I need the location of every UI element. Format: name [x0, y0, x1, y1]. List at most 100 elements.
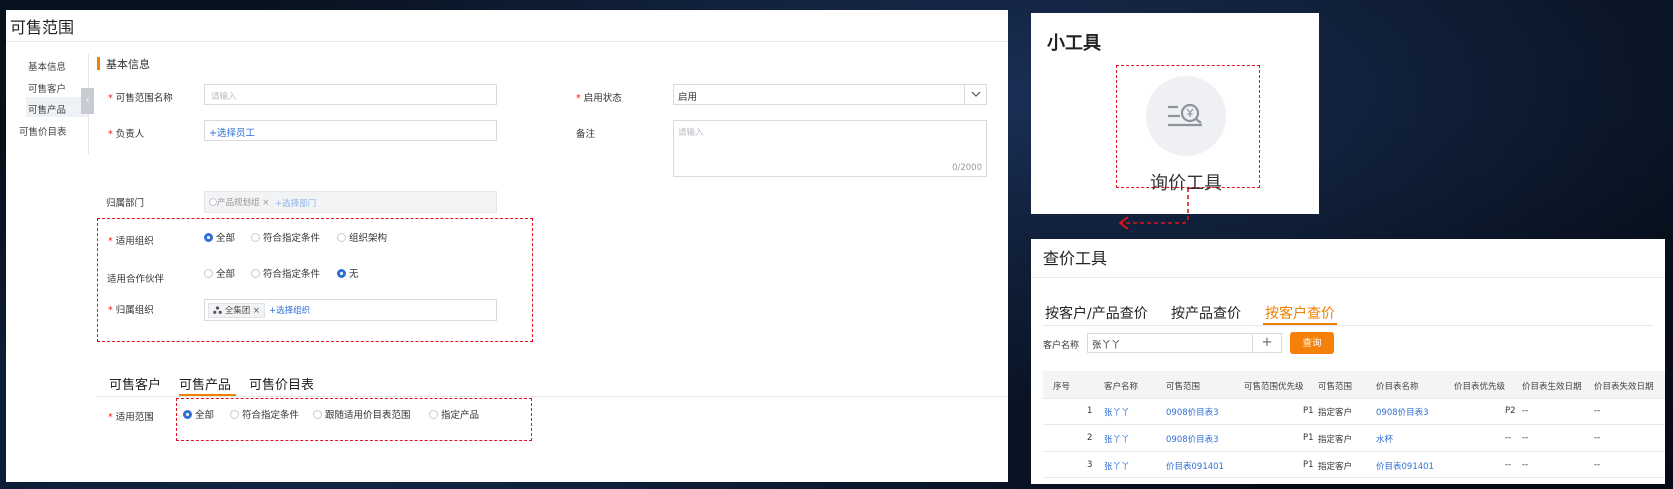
cell-pricebook-priority: P2	[1505, 406, 1516, 416]
close-icon[interactable]: ×	[253, 306, 260, 316]
scope-option-all[interactable]: 全部	[183, 407, 214, 421]
tab-by-product[interactable]: 按产品查价	[1171, 303, 1241, 323]
row-divider	[1043, 424, 1665, 425]
chevron-down-icon	[971, 91, 981, 97]
radio-checked-icon	[183, 410, 192, 419]
cell-index: 3	[1087, 460, 1093, 470]
dept-label: 归属部门	[106, 198, 145, 209]
side-nav-sellable-customers[interactable]: 可售客户	[28, 81, 66, 95]
owner-field[interactable]: +选择员工	[204, 120, 497, 141]
add-icon[interactable]: +	[1252, 333, 1282, 353]
tab-by-customer-product[interactable]: 按客户/产品查价	[1045, 303, 1148, 323]
org-option-all-label: 全部	[216, 233, 236, 244]
org-tree-icon	[213, 306, 222, 314]
collapse-sidebar-button[interactable]: ‹	[81, 88, 94, 114]
name-input[interactable]: 请输入	[204, 84, 497, 105]
cell-scope-priority: P1	[1303, 460, 1314, 470]
status-select-value: 启用	[678, 92, 698, 103]
radio-icon	[337, 233, 346, 242]
cell-end-date: --	[1594, 460, 1601, 470]
active-tab-underline	[1263, 323, 1337, 325]
cell-scope-priority: P1	[1303, 406, 1314, 416]
cell-scope-link[interactable]: 0908价目表3	[1166, 433, 1219, 445]
partner-option-all-label: 全部	[216, 269, 236, 280]
row-divider	[1043, 477, 1665, 478]
column-header: 可售范围优先级	[1244, 382, 1304, 392]
tab-sellable-customers[interactable]: 可售客户	[109, 374, 161, 393]
scope-option-specified-products-label: 指定产品	[441, 410, 480, 421]
side-nav-sellable-pricebooks[interactable]: 可售价目表	[19, 124, 67, 138]
select-org-link[interactable]: +选择组织	[269, 304, 310, 316]
cell-pricebook-link[interactable]: 0908价目表3	[1376, 406, 1429, 418]
cell-pricebook-priority: --	[1505, 433, 1512, 443]
column-header: 客户名称	[1104, 382, 1139, 392]
select-employee-link[interactable]: +选择员工	[209, 125, 255, 139]
close-icon[interactable]: ×	[262, 198, 269, 208]
cell-customer-link[interactable]: 张丫丫	[1104, 460, 1130, 472]
select-dept-link[interactable]: +选择部门	[275, 197, 316, 209]
radio-icon	[204, 269, 213, 278]
tab-sellable-products[interactable]: 可售产品	[179, 374, 231, 393]
column-header: 价目表名称	[1376, 382, 1419, 392]
status-select[interactable]: 启用	[673, 84, 987, 105]
required-mark: *	[108, 305, 113, 316]
customer-name-value: 张丫丫	[1092, 340, 1121, 351]
cell-pricebook-link[interactable]: 价目表091401	[1376, 460, 1434, 472]
column-header: 价目表生效日期	[1522, 382, 1582, 392]
query-button[interactable]: 查询	[1290, 332, 1334, 354]
column-header: 价目表失效日期	[1594, 382, 1654, 392]
tab-sellable-pricebooks[interactable]: 可售价目表	[249, 374, 314, 393]
required-mark: *	[108, 412, 113, 423]
scope-option-specified-products[interactable]: 指定产品	[429, 407, 479, 421]
section-accent-bar	[97, 57, 100, 70]
org-option-condition-label: 符合指定条件	[263, 233, 321, 244]
customer-name-label: 客户名称	[1043, 341, 1080, 351]
radio-icon	[313, 410, 322, 419]
org-option-condition[interactable]: 符合指定条件	[251, 230, 320, 244]
scope-option-condition[interactable]: 符合指定条件	[230, 407, 299, 421]
status-label-text: 启用状态	[583, 93, 622, 104]
cell-start-date: --	[1522, 406, 1529, 416]
remark-textarea[interactable]: 请输入 0/2000	[673, 120, 987, 177]
tab-by-customer[interactable]: 按客户查价	[1265, 303, 1335, 323]
tabs-divider	[1043, 325, 1653, 326]
partner-option-none[interactable]: 无	[337, 266, 359, 280]
cell-scope-type: 指定客户	[1318, 435, 1353, 445]
radio-checked-icon	[337, 269, 346, 278]
partner-option-condition-label: 符合指定条件	[263, 269, 321, 280]
price-inquiry-tool-button[interactable]	[1146, 76, 1226, 156]
cell-scope-type: 指定客户	[1318, 408, 1353, 418]
dept-tag-text: 产品规划组	[217, 198, 260, 208]
cell-scope-type: 指定客户	[1318, 462, 1353, 472]
price-inquiry-icon	[1168, 103, 1202, 127]
side-nav-basic-info[interactable]: 基本信息	[28, 59, 66, 73]
partner-option-all[interactable]: 全部	[204, 266, 235, 280]
remark-placeholder: 请输入	[678, 128, 704, 138]
side-nav-sellable-products[interactable]: 可售产品	[28, 102, 66, 116]
home-org-field[interactable]: 全集团 × +选择组织	[204, 299, 497, 321]
scope-label-text: 适用范围	[115, 412, 154, 423]
scope-option-all-label: 全部	[195, 410, 215, 421]
cell-scope-link[interactable]: 0908价目表3	[1166, 406, 1219, 418]
org-option-all[interactable]: 全部	[204, 230, 235, 244]
dept-field[interactable]: 产品规划组 × +选择部门	[204, 191, 497, 213]
cell-start-date: --	[1522, 433, 1529, 443]
owner-label-text: 负责人	[115, 129, 145, 140]
column-header: 价目表优先级	[1454, 382, 1506, 392]
org-option-structure[interactable]: 组织架构	[337, 230, 387, 244]
required-mark: *	[108, 236, 113, 247]
required-mark: *	[576, 93, 581, 104]
name-label-text: 可售范围名称	[115, 93, 173, 104]
cell-pricebook-link[interactable]: 水杯	[1376, 433, 1393, 445]
query-title: 查价工具	[1043, 249, 1108, 268]
partner-option-condition[interactable]: 符合指定条件	[251, 266, 320, 280]
cell-scope-link[interactable]: 价目表091401	[1166, 460, 1224, 472]
scope-option-follow-pricebook[interactable]: 跟随适用价目表范围	[313, 407, 411, 421]
cell-customer-link[interactable]: 张丫丫	[1104, 406, 1130, 418]
tabs-divider	[97, 396, 1008, 397]
title-divider	[1031, 277, 1665, 278]
scope-option-follow-pricebook-label: 跟随适用价目表范围	[325, 410, 411, 421]
dept-tag: 产品规划组 ×	[209, 196, 269, 208]
cell-scope-priority: P1	[1303, 433, 1314, 443]
cell-customer-link[interactable]: 张丫丫	[1104, 433, 1130, 445]
